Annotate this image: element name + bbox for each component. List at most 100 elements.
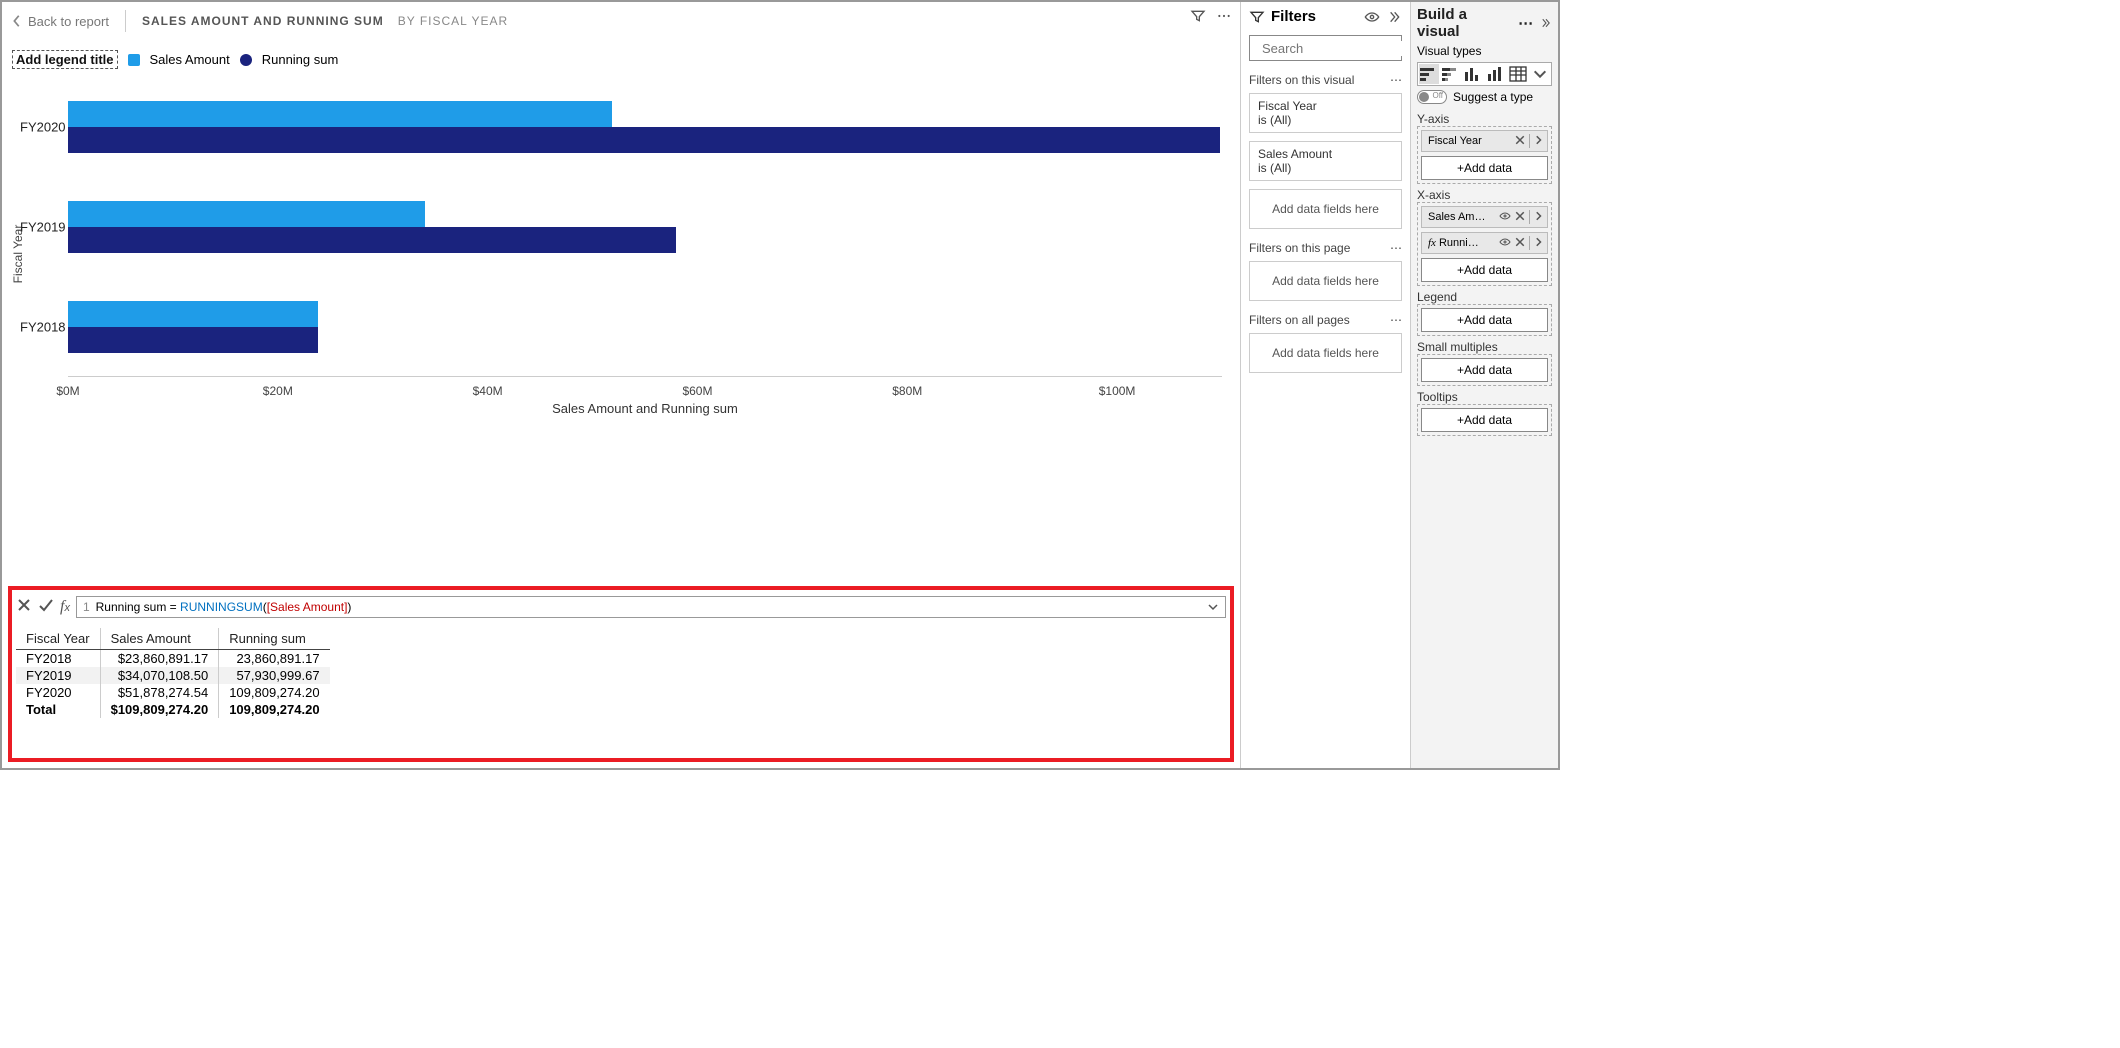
- x-tick: $20M: [263, 384, 293, 398]
- field-well-xaxis[interactable]: Sales Am… fxRunni… +Add data: [1417, 202, 1552, 286]
- visual-title-secondary: BY FISCAL YEAR: [398, 14, 509, 28]
- build-visual-pane: Build a visual ⋯ Visual types Off Sugges…: [1410, 2, 1558, 768]
- table-header[interactable]: Sales Amount: [100, 628, 219, 650]
- well-label-legend: Legend: [1417, 290, 1552, 304]
- more-icon[interactable]: [1216, 8, 1232, 29]
- fx-icon: fx: [1428, 237, 1436, 249]
- table-row[interactable]: FY2019$34,070,108.5057,930,999.67: [16, 667, 330, 684]
- table-row[interactable]: FY2020$51,878,274.54109,809,274.20: [16, 684, 330, 701]
- filters-all-label: Filters on all pages: [1249, 313, 1350, 327]
- visual-type-column2[interactable]: [1486, 64, 1506, 84]
- back-to-report[interactable]: Back to report: [12, 14, 109, 29]
- remove-field-icon[interactable]: [1514, 134, 1526, 149]
- legend-label-1: Running sum: [262, 52, 339, 67]
- table-total-row: Total$109,809,274.20109,809,274.20: [16, 701, 330, 718]
- formula-bar: fx 1 Running sum = RUNNINGSUM([Sales Amo…: [16, 594, 1226, 620]
- field-well-tooltips[interactable]: +Add data: [1417, 404, 1552, 436]
- more-icon[interactable]: ⋯: [1390, 241, 1402, 255]
- add-data-button[interactable]: +Add data: [1421, 408, 1548, 432]
- data-table: Fiscal Year Sales Amount Running sum FY2…: [16, 628, 330, 718]
- well-label-small: Small multiples: [1417, 340, 1552, 354]
- filters-pane: Filters Filters on this visual ⋯ Fiscal Y…: [1240, 2, 1410, 768]
- bar[interactable]: [68, 127, 1220, 153]
- more-icon[interactable]: ⋯: [1390, 313, 1402, 327]
- remove-field-icon[interactable]: [1514, 210, 1526, 225]
- add-data-button[interactable]: +Add data: [1421, 358, 1548, 382]
- collapse-icon[interactable]: [1386, 9, 1402, 25]
- collapse-icon[interactable]: [1539, 16, 1552, 30]
- filters-visual-label: Filters on this visual: [1249, 73, 1354, 87]
- bar[interactable]: [68, 201, 425, 227]
- category-label: FY2019: [20, 220, 66, 235]
- eye-icon[interactable]: [1499, 236, 1511, 251]
- eye-icon[interactable]: [1499, 210, 1511, 225]
- formula-line-number: 1: [83, 600, 90, 614]
- chevron-right-icon[interactable]: [1533, 236, 1545, 251]
- eye-icon[interactable]: [1364, 9, 1380, 25]
- visual-type-column[interactable]: [1463, 64, 1483, 84]
- table-header[interactable]: Running sum: [219, 628, 330, 650]
- fx-icon[interactable]: fx: [60, 598, 70, 616]
- build-title: Build a visual: [1417, 6, 1506, 40]
- remove-field-icon[interactable]: [1514, 236, 1526, 251]
- back-label: Back to report: [28, 14, 109, 29]
- category-label: FY2018: [20, 320, 66, 335]
- filter-icon[interactable]: [1190, 8, 1206, 29]
- bar[interactable]: [68, 227, 676, 253]
- filters-search[interactable]: [1249, 35, 1402, 61]
- suggest-type-label: Suggest a type: [1453, 90, 1533, 104]
- visual-types-label: Visual types: [1417, 44, 1552, 58]
- well-label-xaxis: X-axis: [1417, 188, 1552, 202]
- formula-table-panel: fx 1 Running sum = RUNNINGSUM([Sales Amo…: [8, 586, 1234, 762]
- x-tick: $0M: [56, 384, 79, 398]
- visual-type-table[interactable]: [1508, 64, 1528, 84]
- field-pill[interactable]: Sales Am…: [1421, 206, 1548, 228]
- bar[interactable]: [68, 327, 318, 353]
- filter-dropzone[interactable]: Add data fields here: [1249, 261, 1402, 301]
- table-header[interactable]: Fiscal Year: [16, 628, 100, 650]
- filters-page-label: Filters on this page: [1249, 241, 1350, 255]
- x-tick: $40M: [473, 384, 503, 398]
- visual-type-hbar[interactable]: [1419, 64, 1439, 84]
- add-data-button[interactable]: +Add data: [1421, 308, 1548, 332]
- visual-type-hbar-stacked[interactable]: [1441, 64, 1461, 84]
- field-well-small[interactable]: +Add data: [1417, 354, 1552, 386]
- field-pill[interactable]: fxRunni…: [1421, 232, 1548, 254]
- divider: [125, 10, 126, 32]
- formula-input[interactable]: 1 Running sum = RUNNINGSUM([Sales Amount…: [76, 596, 1226, 618]
- filter-card[interactable]: Fiscal Year is (All): [1249, 93, 1402, 133]
- chevron-right-icon[interactable]: [1533, 210, 1545, 225]
- x-tick: $60M: [682, 384, 712, 398]
- x-tick: $80M: [892, 384, 922, 398]
- filter-card[interactable]: Sales Amount is (All): [1249, 141, 1402, 181]
- visual-type-more[interactable]: [1530, 64, 1550, 84]
- table-row[interactable]: FY2018$23,860,891.1723,860,891.17: [16, 650, 330, 668]
- x-axis-label: Sales Amount and Running sum: [68, 401, 1222, 416]
- x-tick: $100M: [1099, 384, 1136, 398]
- filters-title: Filters: [1271, 8, 1316, 25]
- add-data-button[interactable]: +Add data: [1421, 156, 1548, 180]
- visual-types-row: [1417, 62, 1552, 86]
- filter-dropzone[interactable]: Add data fields here: [1249, 333, 1402, 373]
- field-well-yaxis[interactable]: Fiscal Year +Add data: [1417, 126, 1552, 184]
- filter-dropzone[interactable]: Add data fields here: [1249, 189, 1402, 229]
- legend-swatch-1: [240, 54, 252, 66]
- visual-title-primary: SALES AMOUNT AND RUNNING SUM: [142, 14, 384, 28]
- formula-cancel-button[interactable]: [16, 597, 32, 618]
- suggest-type-toggle[interactable]: Off: [1417, 90, 1447, 104]
- legend-title-placeholder[interactable]: Add legend title: [12, 50, 118, 69]
- more-icon[interactable]: ⋯: [1390, 73, 1402, 87]
- bar[interactable]: [68, 101, 612, 127]
- more-icon[interactable]: ⋯: [1518, 14, 1533, 32]
- add-data-button[interactable]: +Add data: [1421, 258, 1548, 282]
- field-pill[interactable]: Fiscal Year: [1421, 130, 1548, 152]
- field-well-legend[interactable]: +Add data: [1417, 304, 1552, 336]
- bar[interactable]: [68, 301, 318, 327]
- formula-commit-button[interactable]: [38, 597, 54, 618]
- chevron-right-icon[interactable]: [1533, 134, 1545, 149]
- well-label-yaxis: Y-axis: [1417, 112, 1552, 126]
- filter-icon: [1249, 9, 1265, 25]
- legend-swatch-0: [128, 54, 140, 66]
- formula-expand-button[interactable]: [1207, 601, 1219, 616]
- well-label-tooltips: Tooltips: [1417, 390, 1552, 404]
